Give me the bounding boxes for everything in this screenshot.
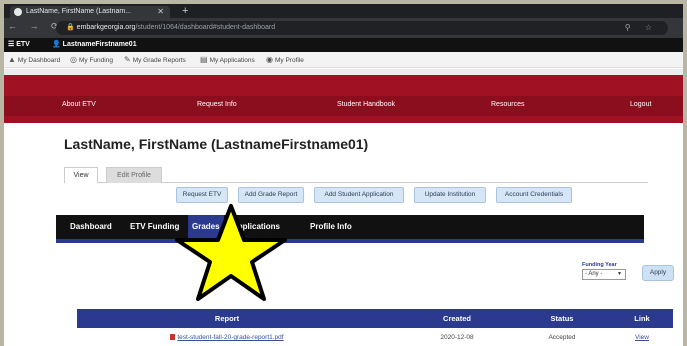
nav-request-info[interactable]: Request Info [197,101,237,108]
page-title: LastName, FirstName (LastnameFirstname01… [64,136,369,152]
col-report: Report [214,314,240,323]
col-status: Status [550,314,574,323]
star-shape [175,204,287,301]
shortcut-bar: ▲ My Dashboard ◎ My Funding ✎ My Grade Repo… [4,52,683,68]
lock-icon: 🔒 [66,24,77,31]
favicon-icon [14,8,22,16]
tab-title: LastName, FirstName (Lastnam... [26,8,132,15]
account-credentials-button[interactable]: Account Credentials [496,187,572,203]
app-user[interactable]: 👤 LastnameFirstname01 [52,38,137,52]
person-icon: ▲ [8,55,16,64]
action-buttons: Request ETV Add Grade Report Add Student… [176,187,596,203]
document-icon: ▤ [200,55,208,64]
nav-logout[interactable]: Logout [630,101,651,108]
request-etv-button[interactable]: Request ETV [176,187,228,203]
nav-about-etv[interactable]: About ETV [62,101,96,108]
shortcut-my-applications[interactable]: ▤ My Applications [200,52,255,69]
funding-year-value: - Any - [585,271,603,277]
menu-icon[interactable]: ☰ ETV [8,38,30,52]
funding-icon: ◎ [70,55,77,64]
new-tab-icon[interactable]: + [182,4,188,18]
section-nav-underline [56,239,644,243]
report-file-link[interactable]: test-student-fall-20-grade-report1.pdf [177,334,283,341]
highlight-star-icon [175,204,287,301]
report-cell[interactable]: test-student-fall-20-grade-report1.pdf [77,334,377,341]
shortcut-my-dashboard[interactable]: ▲ My Dashboard [8,52,60,69]
app-product: ETV [16,41,30,48]
funding-year-select[interactable]: - Any - ▼ [582,269,626,280]
url-field[interactable]: 🔒 embarkgeorgia.org/student/1064/dashboa… [56,21,668,35]
col-created: Created [443,314,471,323]
table-row: test-student-fall-20-grade-report1.pdf 2… [77,332,673,346]
browser-tab[interactable]: LastName, FirstName (Lastnam... ✕ [10,6,170,18]
pencil-icon: ✎ [124,55,131,64]
nav-student-handbook[interactable]: Student Handbook [337,101,395,108]
shortcut-my-profile[interactable]: ◉ My Profile [266,52,304,69]
app-user-label: LastnameFirstname01 [62,41,137,48]
app-header: ☰ ETV 👤 LastnameFirstname01 [4,38,683,52]
shortcut-label: My Profile [274,57,304,64]
created-cell: 2020-12-08 [440,334,474,341]
url-path: /student/1064/dashboard#student-dashboar… [135,24,276,31]
funding-year-label: Funding Year [582,262,617,268]
shortcut-my-grade-reports[interactable]: ✎ My Grade Reports [124,52,186,69]
chevron-down-icon: ▼ [617,271,622,277]
tab-profile-info[interactable]: Profile Info [310,215,352,239]
update-institution-button[interactable]: Update Institution [414,187,486,203]
url-host: embarkgeorgia.org [76,24,136,31]
nav-resources[interactable]: Resources [491,101,524,108]
address-bar-row: ← → ⟳ 🔒 embarkgeorgia.org/student/1064/d… [4,18,683,38]
red-nav-band: About ETV Request Info Student Handbook … [4,75,683,123]
url-actions-icons[interactable]: ⚲ ☆ [625,21,658,35]
shortcut-label: My Grade Reports [132,57,186,64]
screenshot-frame: LastName, FirstName (Lastnam... ✕ + ← → … [4,4,683,346]
close-tab-icon[interactable]: ✕ [157,6,164,18]
col-link: Link [634,314,650,323]
tab-edit-profile[interactable]: Edit Profile [106,167,162,183]
shortcut-label: My Funding [78,57,113,64]
shortcut-label: My Dashboard [17,57,61,64]
apply-button[interactable]: Apply [642,265,674,281]
table-header: Report Created Status Link [77,309,673,328]
profile-tabs: View Edit Profile [64,165,648,183]
add-student-application-button[interactable]: Add Student Application [314,187,404,203]
pdf-icon [170,334,176,340]
shortcut-label: My Applications [209,57,255,64]
tab-etv-funding[interactable]: ETV Funding [130,215,179,239]
section-nav: Dashboard ETV Funding Grades Application… [56,215,644,239]
browser-tabstrip: LastName, FirstName (Lastnam... ✕ + [4,4,683,18]
shortcut-my-funding[interactable]: ◎ My Funding [70,52,113,69]
status-cell: Accepted [548,334,576,341]
view-link[interactable]: View [617,334,667,341]
add-grade-report-button[interactable]: Add Grade Report [238,187,304,203]
profile-icon: ◉ [266,55,273,64]
tab-dashboard[interactable]: Dashboard [70,215,112,239]
tab-view[interactable]: View [64,167,98,183]
